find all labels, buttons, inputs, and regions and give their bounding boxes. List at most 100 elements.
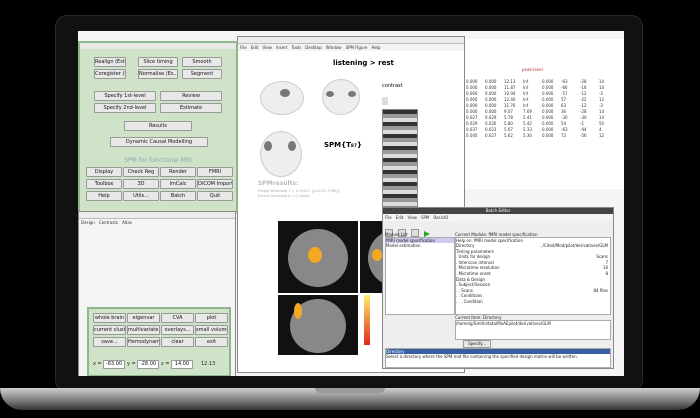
current-item-value[interactable]: /home/g/Smith/data/MoAEpilot/derivatives…	[455, 320, 611, 340]
table-cell: 0.000	[542, 121, 554, 126]
spm-tool-button[interactable]: 3D	[123, 179, 159, 189]
menu-item[interactable]: Desktop	[305, 45, 322, 50]
spm-menu-button[interactable]: Smooth	[182, 57, 222, 67]
table-cell: 14	[599, 115, 605, 120]
menu-item[interactable]: Atlas	[122, 220, 132, 225]
table-cell: 0.000	[485, 91, 497, 96]
menu-item[interactable]: Window	[326, 45, 342, 50]
table-cell: 12.13	[504, 79, 516, 84]
table-cell: 0.000	[485, 79, 497, 84]
table-cell: 14	[599, 109, 605, 114]
results-button[interactable]: eigenvar	[127, 313, 160, 323]
mri-sagittal-slice	[278, 221, 358, 293]
glass-brain-coronal	[322, 79, 360, 115]
tree-value: 84 files	[593, 287, 608, 293]
results-heading: SPMresults:	[258, 180, 299, 187]
results-button[interactable]: clear	[161, 337, 194, 347]
menu-item[interactable]: Edit	[251, 45, 259, 50]
table-cell: 5.30	[523, 133, 532, 138]
menu-item[interactable]: Tools	[291, 45, 301, 50]
results-button[interactable]: small volume	[195, 325, 228, 335]
mri-axial-slice	[278, 295, 358, 355]
table-cell: -28	[580, 109, 587, 114]
spm-tool-button[interactable]: Display	[86, 167, 122, 177]
batch-editor-window: Batch Editor File Edit View SPM BasicIO Modu…	[382, 207, 614, 369]
menu-item[interactable]: View	[262, 45, 272, 50]
results-button[interactable]: CVA	[161, 313, 194, 323]
tree-row[interactable]: . . . Condition	[456, 299, 610, 305]
table-cell: -16	[580, 85, 587, 90]
spm-tool-button[interactable]: Render	[160, 167, 196, 177]
spm-tool-button[interactable]: DICOM Import	[197, 179, 233, 189]
spm-tool-button[interactable]: FMRI	[197, 167, 233, 177]
menu-item[interactable]: Contrasts	[99, 220, 118, 225]
results-button[interactable]: save...	[93, 337, 126, 347]
table-cell: -44	[580, 127, 587, 132]
results-button[interactable]: current cluster	[93, 325, 126, 335]
spm-menu-button[interactable]: Realign (Est...	[94, 57, 126, 67]
table-cell: 0.000	[485, 103, 497, 108]
results-button[interactable]: Hemodynamics	[127, 337, 160, 347]
spm-tool-button[interactable]: ImCalc	[160, 179, 196, 189]
spm-tool-button[interactable]: Toolbox	[86, 179, 122, 189]
spm-menu-button[interactable]: Coregister (Es...	[94, 69, 126, 79]
results-button[interactable]: multivariate Bayes	[127, 325, 160, 335]
spm-tool-button[interactable]: Help	[86, 191, 122, 201]
specify-button[interactable]: Specify...	[463, 340, 491, 348]
menu-item[interactable]: Edit	[396, 215, 404, 220]
desktop-screen: peak-level 0.000 0.000 12.13 Inf 0.000 -63 -28…	[78, 31, 624, 376]
coord-label: y =	[127, 361, 136, 367]
menu-item[interactable]: File	[385, 215, 392, 220]
menu-item[interactable]: Insert	[276, 45, 287, 50]
spm-tool-button[interactable]: Quit	[197, 191, 233, 201]
tree-key: . . . Condition	[456, 298, 483, 304]
spm-menu-button[interactable]: Results	[124, 121, 192, 131]
table-cell: 0.000	[466, 97, 478, 102]
table-cell: 0.037	[466, 127, 478, 132]
spm-menu-button[interactable]: Normalise (Es...	[138, 69, 178, 79]
table-cell: 0.000	[542, 133, 554, 138]
results-button[interactable]: plot	[195, 313, 228, 323]
results-height-threshold: Height threshold T = 5.29447 {p<0.05 (FW…	[258, 189, 341, 193]
results-button[interactable]: whole brain	[93, 313, 126, 323]
table-cell: 0.026	[485, 121, 497, 126]
menu-item[interactable]: View	[407, 215, 417, 220]
spm-menu-button[interactable]: Review	[160, 91, 222, 101]
tree-key: Timing parameters	[456, 248, 494, 254]
menu-item[interactable]: SPM	[421, 215, 429, 220]
table-cell: -12	[580, 103, 587, 108]
menu-item[interactable]: File	[240, 45, 247, 50]
spm-menu-button[interactable]: Dynamic Causal Modelling	[110, 137, 208, 147]
coord-field[interactable]: -63.00	[103, 360, 125, 369]
table-cell: 14	[599, 79, 605, 84]
module-list[interactable]: fMRI model specification Model estimatio…	[385, 237, 455, 315]
spm-tool-button[interactable]: Check Reg	[123, 167, 159, 177]
module-item[interactable]: Model estimation	[386, 243, 454, 248]
table-cell: 0.000	[542, 85, 554, 90]
module-tree[interactable]: Help on: fMRI model specification Direct…	[455, 237, 611, 315]
spm-menu-button[interactable]: Slice timing	[138, 57, 178, 67]
spm-menu-button[interactable]: Specify 1st-level	[94, 91, 156, 101]
spm-menu-button[interactable]: Segment	[182, 69, 222, 79]
table-cell: 9.07	[504, 109, 513, 114]
menu-item[interactable]: BasicIO	[433, 215, 448, 220]
activation-blob	[348, 91, 356, 97]
spm-menu-button[interactable]: Estimate	[160, 103, 222, 113]
table-cell: 0.029	[466, 121, 478, 126]
results-button[interactable]: overlays...	[161, 325, 194, 335]
table-cell: 0.000	[466, 91, 478, 96]
coord-field[interactable]: 14.00	[171, 360, 193, 369]
table-cell: Inf	[523, 103, 529, 108]
menu-item[interactable]: SPM Figure	[346, 45, 368, 50]
table-cell: 4	[599, 127, 602, 132]
spm-tool-button[interactable]: Utils...	[123, 191, 159, 201]
table-cell: -1	[580, 121, 584, 126]
spm-menu-button[interactable]: Specify 2nd-level	[94, 103, 156, 113]
spm-tool-button[interactable]: Batch	[160, 191, 196, 201]
coord-field[interactable]: -28.00	[137, 360, 159, 369]
save-icon[interactable]	[411, 229, 420, 237]
menu-item[interactable]: Help	[371, 45, 380, 50]
menu-item[interactable]: Design	[81, 220, 95, 225]
results-button[interactable]: exit	[195, 337, 228, 347]
table-cell: 5.42	[523, 121, 532, 126]
